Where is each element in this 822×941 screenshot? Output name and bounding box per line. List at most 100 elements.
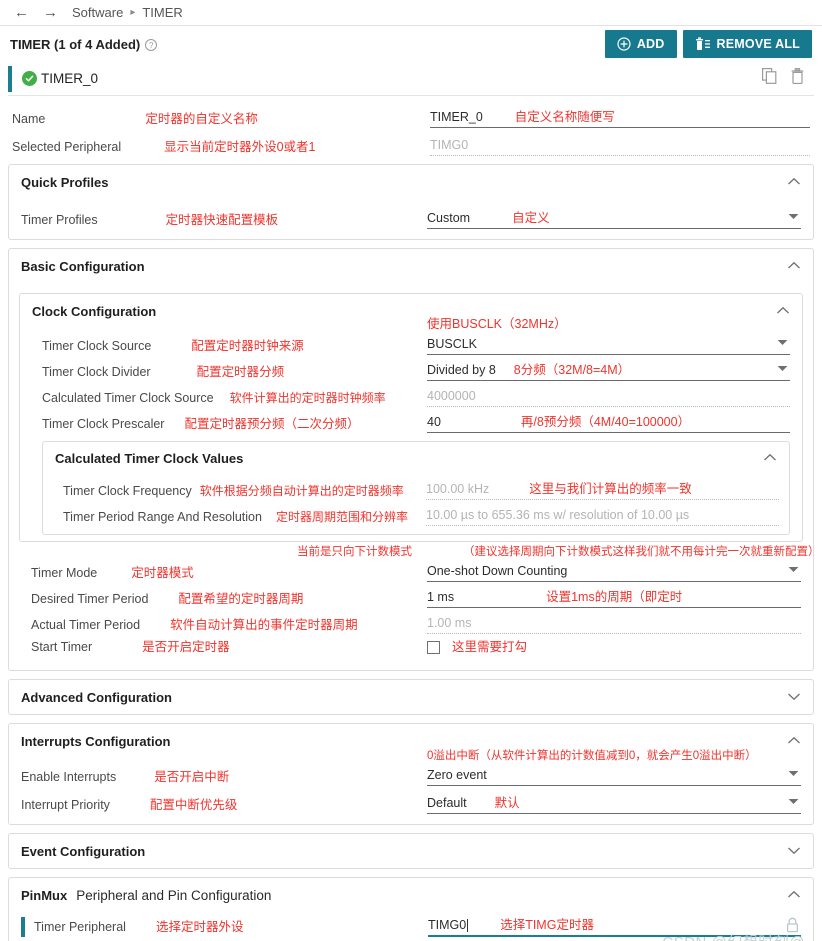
- chevron-down-icon[interactable]: [777, 333, 788, 351]
- clock-configuration-title: Clock Configuration: [32, 303, 157, 319]
- quick-profiles-header[interactable]: Quick Profiles: [9, 165, 813, 199]
- actual-timer-period-row: Actual Timer Period 软件自动计算出的事件定时器周期 1.00…: [21, 608, 801, 634]
- breadcrumb-root[interactable]: Software: [72, 5, 123, 20]
- interrupt-priority-annotation: 配置中断优先级: [149, 798, 238, 812]
- timer-clock-divider-select[interactable]: Divided by 8 8分频（32M/8=4M）: [427, 361, 790, 381]
- timer-peripheral-accent-bar: [21, 917, 25, 937]
- enable-interrupts-select[interactable]: Zero event: [427, 766, 801, 786]
- help-icon[interactable]: ?: [145, 39, 158, 51]
- add-button[interactable]: ADD: [604, 30, 677, 58]
- actual-timer-period-value: 1.00 ms: [427, 614, 801, 634]
- advanced-configuration-header[interactable]: Advanced Configuration: [9, 680, 813, 714]
- calculated-timer-clock-source-label: Calculated Timer Clock Source: [42, 391, 214, 405]
- start-timer-checkbox[interactable]: [427, 640, 440, 654]
- selected-peripheral-value: TIMG0: [430, 136, 810, 156]
- desired-timer-period-input[interactable]: 1 ms 设置1ms的周期（即定时: [427, 588, 801, 608]
- back-arrow-icon[interactable]: ←: [14, 5, 29, 20]
- timer-clock-prescaler-input[interactable]: 40 再/8预分频（4M/40=100000）: [427, 413, 790, 433]
- quick-profiles-title: Quick Profiles: [21, 174, 109, 190]
- timer-clock-divider-value: Divided by 8: [427, 362, 496, 377]
- desired-timer-period-row: Desired Timer Period 配置希望的定时器周期 1 ms 设置1…: [21, 582, 801, 608]
- timer-clock-prescaler-value: 40: [427, 414, 441, 429]
- timer-clock-source-select[interactable]: BUSCLK: [427, 335, 790, 355]
- name-input[interactable]: TIMER_0 自定义名称随便写: [430, 108, 810, 128]
- calculated-timer-clock-source-annotation: 软件计算出的定时器时钟频率: [229, 391, 386, 405]
- interrupt-priority-value-annotation: 默认: [494, 795, 520, 810]
- chevron-up-icon[interactable]: [787, 257, 801, 275]
- timer-profiles-label: Timer Profiles: [21, 213, 98, 227]
- enable-interrupts-label: Enable Interrupts: [21, 770, 117, 784]
- timer-clock-source-row: Timer Clock Source 配置定时器时钟来源 使用BUSCLK（32…: [32, 317, 790, 355]
- add-button-label: ADD: [636, 37, 665, 51]
- timer-clock-divider-value-annotation: 8分频（32M/8=4M）: [513, 362, 631, 377]
- advanced-configuration-title: Advanced Configuration: [21, 689, 172, 705]
- timer-clock-divider-label: Timer Clock Divider: [42, 365, 151, 379]
- quick-profiles-panel: Quick Profiles Timer Profiles 定时器快速配置模板 …: [8, 164, 814, 240]
- trash-icon[interactable]: [791, 68, 804, 89]
- calculated-timer-clock-values-panel: Calculated Timer Clock Values Timer Cloc…: [42, 441, 790, 535]
- enable-interrupts-value: Zero event: [427, 767, 487, 782]
- actual-timer-period-label: Actual Timer Period: [31, 618, 141, 632]
- chevron-down-icon[interactable]: [787, 842, 801, 860]
- timer-clock-prescaler-label: Timer Clock Prescaler: [42, 417, 165, 431]
- timer-period-range-label: Timer Period Range And Resolution: [63, 510, 262, 524]
- chevron-down-icon[interactable]: [788, 764, 799, 782]
- clock-configuration-header[interactable]: Clock Configuration: [20, 294, 802, 328]
- interrupt-priority-value: Default: [427, 795, 467, 810]
- remove-all-button[interactable]: REMOVE ALL: [682, 30, 812, 58]
- chevron-up-icon[interactable]: [787, 732, 801, 750]
- timer-clock-divider-row: Timer Clock Divider 配置定时器分频 Divided by 8…: [32, 355, 790, 381]
- calculated-timer-clock-values-header[interactable]: Calculated Timer Clock Values: [43, 442, 789, 474]
- pinmux-title: PinMux: [21, 887, 68, 903]
- plus-circle-icon: [617, 37, 631, 51]
- timer-mode-row: Timer Mode 定时器模式 当前是只向下计数模式 （建议选择周期向下计数模…: [21, 546, 820, 582]
- chevron-up-icon[interactable]: [776, 302, 790, 320]
- instance-name: TIMER_0: [41, 71, 99, 86]
- timer-profiles-row: Timer Profiles 定时器快速配置模板 Custom 自定义: [21, 199, 801, 229]
- name-value-annotation: 自定义名称随便写: [514, 109, 615, 124]
- timer-mode-select[interactable]: One-shot Down Counting: [427, 562, 801, 582]
- timer-peripheral-input[interactable]: TIMG0 选择TIMG定时器: [428, 917, 801, 937]
- basic-configuration-panel: Basic Configuration Clock Configuration …: [8, 248, 820, 671]
- text-caret: [467, 918, 469, 932]
- enable-interrupts-row: Enable Interrupts 是否开启中断 0溢出中断（从软件计算出的计数…: [21, 750, 801, 786]
- timer-clock-source-annotation: 配置定时器时钟来源: [191, 339, 304, 353]
- desired-timer-period-value-annotation: 设置1ms的周期（即定时: [546, 589, 683, 604]
- chevron-down-icon[interactable]: [788, 792, 799, 810]
- event-configuration-header[interactable]: Event Configuration: [9, 834, 813, 868]
- chevron-up-icon[interactable]: [763, 449, 777, 467]
- timer-clock-source-label: Timer Clock Source: [42, 339, 152, 353]
- basic-configuration-header[interactable]: Basic Configuration: [9, 249, 813, 283]
- timer-mode-value: One-shot Down Counting: [427, 563, 568, 578]
- chevron-down-icon[interactable]: [777, 359, 788, 377]
- page-header: TIMER (1 of 4 Added) ? ADD REMOVE ALL: [0, 26, 822, 62]
- chevron-down-icon[interactable]: [788, 560, 799, 578]
- pinmux-header[interactable]: PinMux Peripheral and Pin Configuration: [9, 878, 813, 912]
- desired-timer-period-annotation: 配置希望的定时器周期: [178, 592, 304, 606]
- lock-icon[interactable]: [786, 917, 799, 938]
- chevron-up-icon[interactable]: [787, 886, 801, 904]
- breadcrumb-separator-icon: ▸: [130, 7, 136, 18]
- timer-clock-source-value: BUSCLK: [427, 336, 478, 351]
- timer-clock-frequency-text: 100.00 kHz: [426, 481, 490, 496]
- basic-configuration-title: Basic Configuration: [21, 258, 145, 274]
- chevron-down-icon[interactable]: [788, 207, 799, 225]
- remove-all-button-label: REMOVE ALL: [716, 37, 800, 51]
- enable-interrupts-annotation: 是否开启中断: [154, 770, 230, 784]
- start-timer-annotation: 是否开启定时器: [142, 640, 230, 654]
- trash-list-icon: [695, 37, 710, 50]
- copy-icon[interactable]: [762, 68, 777, 89]
- pinmux-subtitle: Peripheral and Pin Configuration: [76, 887, 272, 903]
- timer-clock-divider-annotation: 配置定时器分频: [196, 365, 285, 379]
- timer-clock-prescaler-annotation: 配置定时器预分频（二次分频）: [184, 417, 360, 431]
- chevron-down-icon[interactable]: [787, 688, 801, 706]
- timer-profiles-select[interactable]: Custom 自定义: [427, 209, 801, 229]
- timer-clock-frequency-row: Timer Clock Frequency 软件根据分频自动计算出的定时器频率 …: [53, 474, 779, 500]
- chevron-up-icon[interactable]: [787, 173, 801, 191]
- forward-arrow-icon[interactable]: →: [43, 5, 58, 20]
- enable-interrupts-above-annotation: 0溢出中断（从软件计算出的计数值减到0，就会产生0溢出中断）: [427, 750, 757, 762]
- timer-clock-prescaler-row: Timer Clock Prescaler 配置定时器预分频（二次分频） 40 …: [32, 407, 790, 433]
- timer-mode-label: Timer Mode: [31, 566, 98, 580]
- interrupt-priority-select[interactable]: Default 默认: [427, 794, 801, 814]
- desired-timer-period-value: 1 ms: [427, 589, 455, 604]
